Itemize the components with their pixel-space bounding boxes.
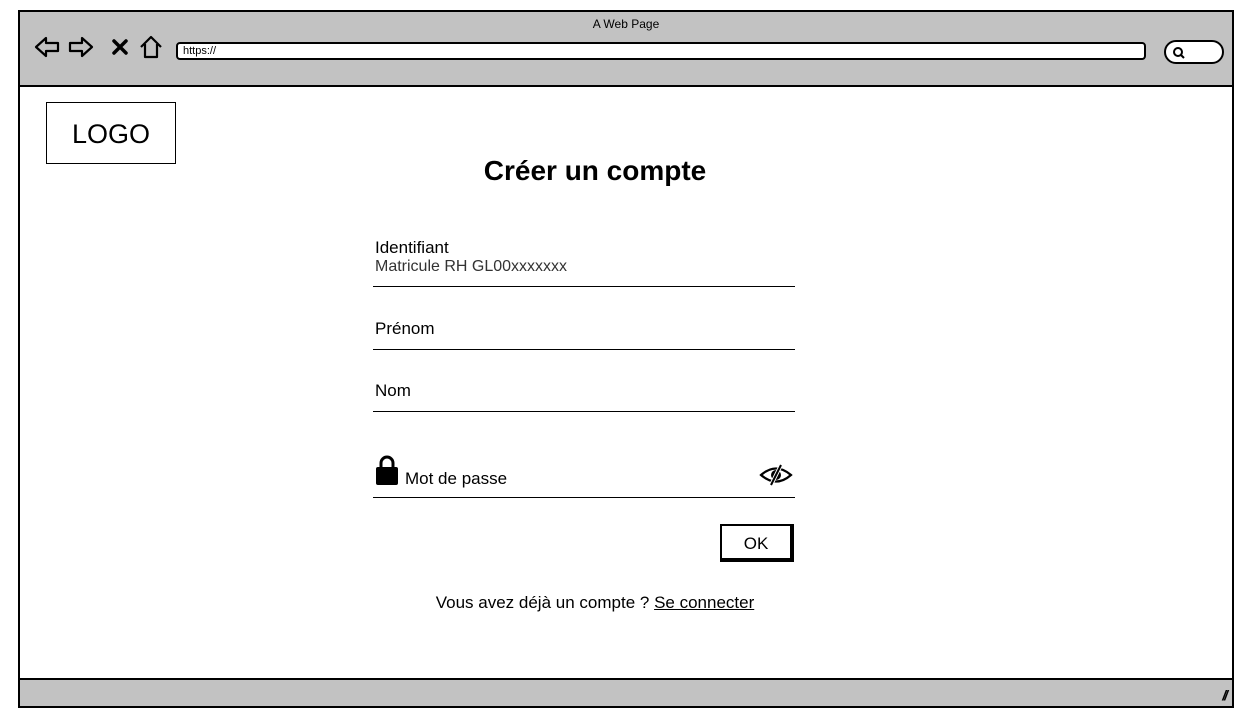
home-icon[interactable]	[138, 34, 164, 60]
login-link[interactable]: Se connecter	[654, 593, 754, 612]
forward-arrow-icon[interactable]	[68, 34, 94, 60]
back-arrow-icon[interactable]	[34, 34, 60, 60]
prenom-field[interactable]: Prénom	[373, 319, 795, 350]
search-button[interactable]	[1164, 40, 1224, 64]
ok-button[interactable]: OK	[720, 524, 794, 562]
eye-slash-icon[interactable]	[759, 464, 793, 491]
prenom-label: Prénom	[375, 319, 435, 338]
search-icon	[1173, 47, 1185, 59]
login-prompt: Vous avez déjà un compte ? Se connecter	[20, 593, 1170, 613]
identifiant-field[interactable]: Identifiant Matricule RH GL00xxxxxxx	[373, 238, 795, 287]
close-icon[interactable]	[110, 34, 130, 60]
status-bar: //	[20, 678, 1232, 706]
nom-label: Nom	[375, 381, 411, 400]
window-title: A Web Page	[592, 17, 660, 31]
page-title: Créer un compte	[483, 155, 707, 186]
password-field[interactable]: Mot de passe	[373, 452, 795, 498]
lock-icon	[375, 454, 399, 491]
address-bar[interactable]: https://	[176, 42, 1146, 60]
password-label: Mot de passe	[405, 469, 508, 488]
resize-grip-icon[interactable]: //	[1222, 687, 1228, 703]
login-prompt-text: Vous avez déjà un compte ?	[435, 593, 650, 612]
identifiant-placeholder: Matricule RH GL00xxxxxxx	[375, 258, 568, 275]
nom-field[interactable]: Nom	[373, 381, 795, 412]
browser-window: A Web Page https:// LOGO Créer un compte…	[18, 10, 1234, 708]
browser-titlebar: A Web Page https://	[20, 12, 1232, 87]
identifiant-label: Identifiant	[375, 238, 449, 257]
